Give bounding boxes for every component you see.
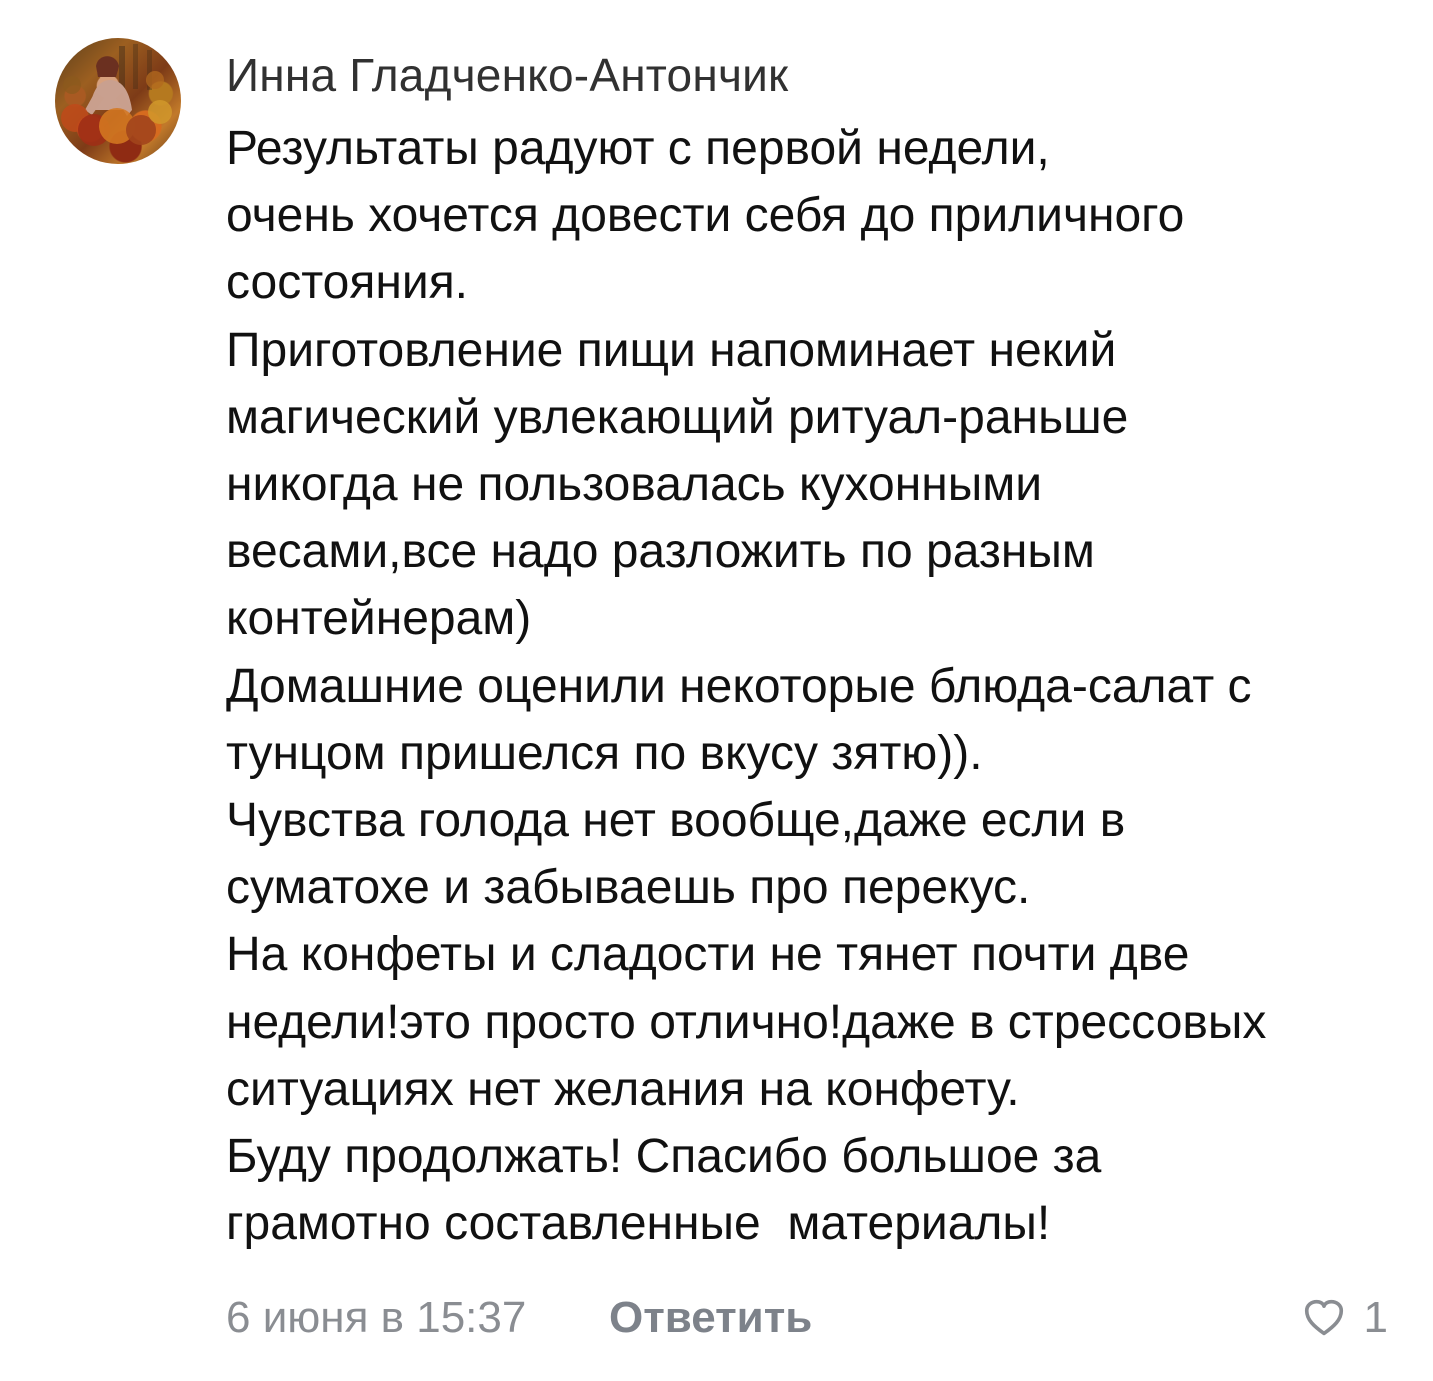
avatar[interactable] xyxy=(55,38,181,164)
comment-date: 6 июня в 15:37 xyxy=(226,1293,527,1342)
like-button[interactable]: 1 xyxy=(1302,1290,1388,1346)
comment-card: Инна Гладченко-Антончик Результаты радую… xyxy=(0,0,1433,1381)
reply-button[interactable]: Ответить xyxy=(609,1290,812,1346)
comment-text-line: недели!это просто отлично!даже в стрессо… xyxy=(226,995,1267,1049)
comment-text-line: состояния. xyxy=(226,256,469,310)
comment-text-line: весами,все надо разложить по разным xyxy=(226,525,1095,579)
comment-text-line: Домашние оценили некоторые блюда-салат с xyxy=(226,659,1252,713)
like-count: 1 xyxy=(1363,1293,1388,1342)
comment-text: Результаты радуют с первой недели, очень… xyxy=(226,115,1406,1257)
comment-text-line: ситуациях нет желания на конфету. xyxy=(226,1062,1020,1116)
comment-text-line: На конфеты и сладости не тянет почти две xyxy=(226,928,1190,982)
comment-text-line: грамотно составленные материалы! xyxy=(226,1197,1051,1251)
profile-photo-icon xyxy=(61,44,172,146)
comment-text-line: очень хочется довести себя до приличного xyxy=(226,189,1185,243)
comment-footer: 6 июня в 15:37 Ответить 1 xyxy=(226,1290,1406,1346)
comment-text-line: никогда не пользовалась кухонными xyxy=(226,458,1043,512)
author-name[interactable]: Инна Гладченко-Антончик xyxy=(226,47,788,103)
comment-text-line: суматохе и забываешь про перекус. xyxy=(226,861,1031,915)
heart-outline-icon xyxy=(1304,1299,1343,1336)
comment-text-line: тунцом пришелся по вкусу зятю)). xyxy=(226,726,983,780)
comment-text-line: контейнерам) xyxy=(226,592,532,646)
comment-text-line: магический увлекающий ритуал-раньше xyxy=(226,390,1129,444)
comment-text-line: Приготовление пищи напоминает некий xyxy=(226,323,1117,377)
comment-text-line: Чувства голода нет вообще,даже если в xyxy=(226,794,1126,848)
comment-text-line: Буду продолжать! Спасибо большое за xyxy=(226,1130,1102,1184)
comment-text-line: Результаты радуют с первой недели, xyxy=(226,122,1050,175)
